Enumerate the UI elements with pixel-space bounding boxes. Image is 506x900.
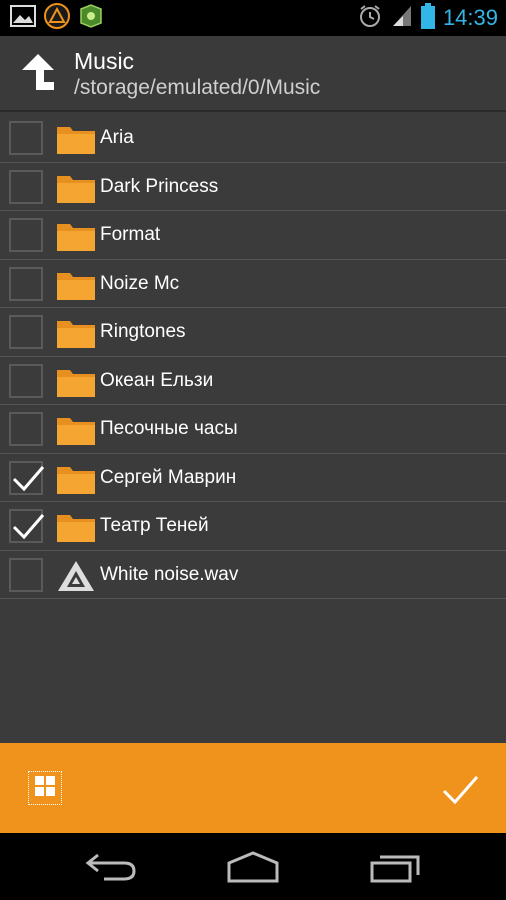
folder-icon: [56, 172, 96, 204]
gallery-icon: [10, 4, 36, 32]
folder-icon: [56, 414, 96, 446]
checkbox[interactable]: [9, 218, 43, 252]
list-item[interactable]: Noize Mc: [0, 259, 506, 308]
up-folder-button[interactable]: [12, 50, 64, 98]
checkbox-checked[interactable]: [9, 509, 45, 543]
list-item[interactable]: Песочные часы: [0, 405, 506, 454]
header: Music /storage/emulated/0/Music: [0, 36, 506, 112]
audio-file-icon: [56, 560, 96, 592]
checkmark-icon: [12, 465, 45, 491]
checkbox[interactable]: [9, 557, 43, 592]
status-bar: 14:39: [0, 0, 506, 36]
item-name: Ringtones: [100, 321, 186, 342]
current-path: /storage/emulated/0/Music: [74, 76, 321, 99]
folder-icon: [56, 366, 96, 398]
checkbox[interactable]: [9, 412, 43, 446]
list-item[interactable]: White noise.wav: [0, 550, 506, 599]
checkmark-icon: [12, 514, 45, 540]
recent-apps-button[interactable]: [368, 849, 424, 885]
list-item[interactable]: Театр Теней: [0, 502, 506, 551]
checkmark-icon: [440, 776, 480, 813]
checkbox-checked[interactable]: [9, 460, 45, 495]
list-item[interactable]: Format: [0, 211, 506, 260]
game-icon: [78, 3, 104, 34]
alarm-icon: [357, 3, 383, 34]
folder-icon: [56, 511, 96, 543]
item-name: Dark Princess: [100, 175, 219, 197]
checkbox[interactable]: [9, 121, 43, 155]
checkbox[interactable]: [9, 363, 43, 398]
home-icon: [225, 851, 281, 889]
item-name: Театр Теней: [100, 515, 209, 536]
back-button[interactable]: [84, 849, 140, 885]
checkbox[interactable]: [9, 169, 43, 204]
recent-apps-icon: [368, 855, 424, 889]
list-item[interactable]: Ringtones: [0, 308, 506, 357]
list-item[interactable]: Aria: [0, 114, 506, 163]
signal-icon: [391, 4, 413, 33]
item-name: Noize Mc: [100, 272, 180, 294]
grid-icon: [34, 775, 56, 802]
back-icon: [84, 853, 140, 889]
folder-icon: [56, 123, 96, 155]
list-item[interactable]: Сергей Маврин: [0, 453, 506, 502]
list-item[interactable]: Океан Ельзи: [0, 356, 506, 405]
list-item[interactable]: Dark Princess: [0, 162, 506, 211]
navigation-bar: [0, 833, 506, 900]
arrow-up-icon: [20, 52, 56, 97]
action-bar: [0, 743, 506, 833]
confirm-button[interactable]: [440, 769, 480, 809]
item-name: Сергей Маврин: [100, 466, 237, 488]
aimp-icon: [44, 2, 70, 34]
checkbox[interactable]: [9, 266, 43, 301]
item-name: Океан Ельзи: [100, 369, 214, 391]
checkbox[interactable]: [9, 315, 43, 349]
page-title: Music: [74, 48, 135, 74]
file-list: Aria Dark Princess Format Noize Mc Ringt…: [0, 114, 506, 599]
item-name: Aria: [100, 127, 134, 148]
item-name: White noise.wav: [100, 563, 239, 585]
battery-icon: [420, 2, 435, 34]
item-name: Format: [100, 224, 161, 245]
select-all-button[interactable]: [28, 771, 62, 805]
home-button[interactable]: [225, 849, 281, 885]
folder-icon: [56, 463, 96, 495]
clock: 14:39: [442, 5, 498, 30]
item-name: Песочные часы: [100, 418, 238, 439]
folder-icon: [56, 269, 96, 301]
folder-icon: [56, 220, 96, 252]
folder-icon: [56, 317, 96, 349]
